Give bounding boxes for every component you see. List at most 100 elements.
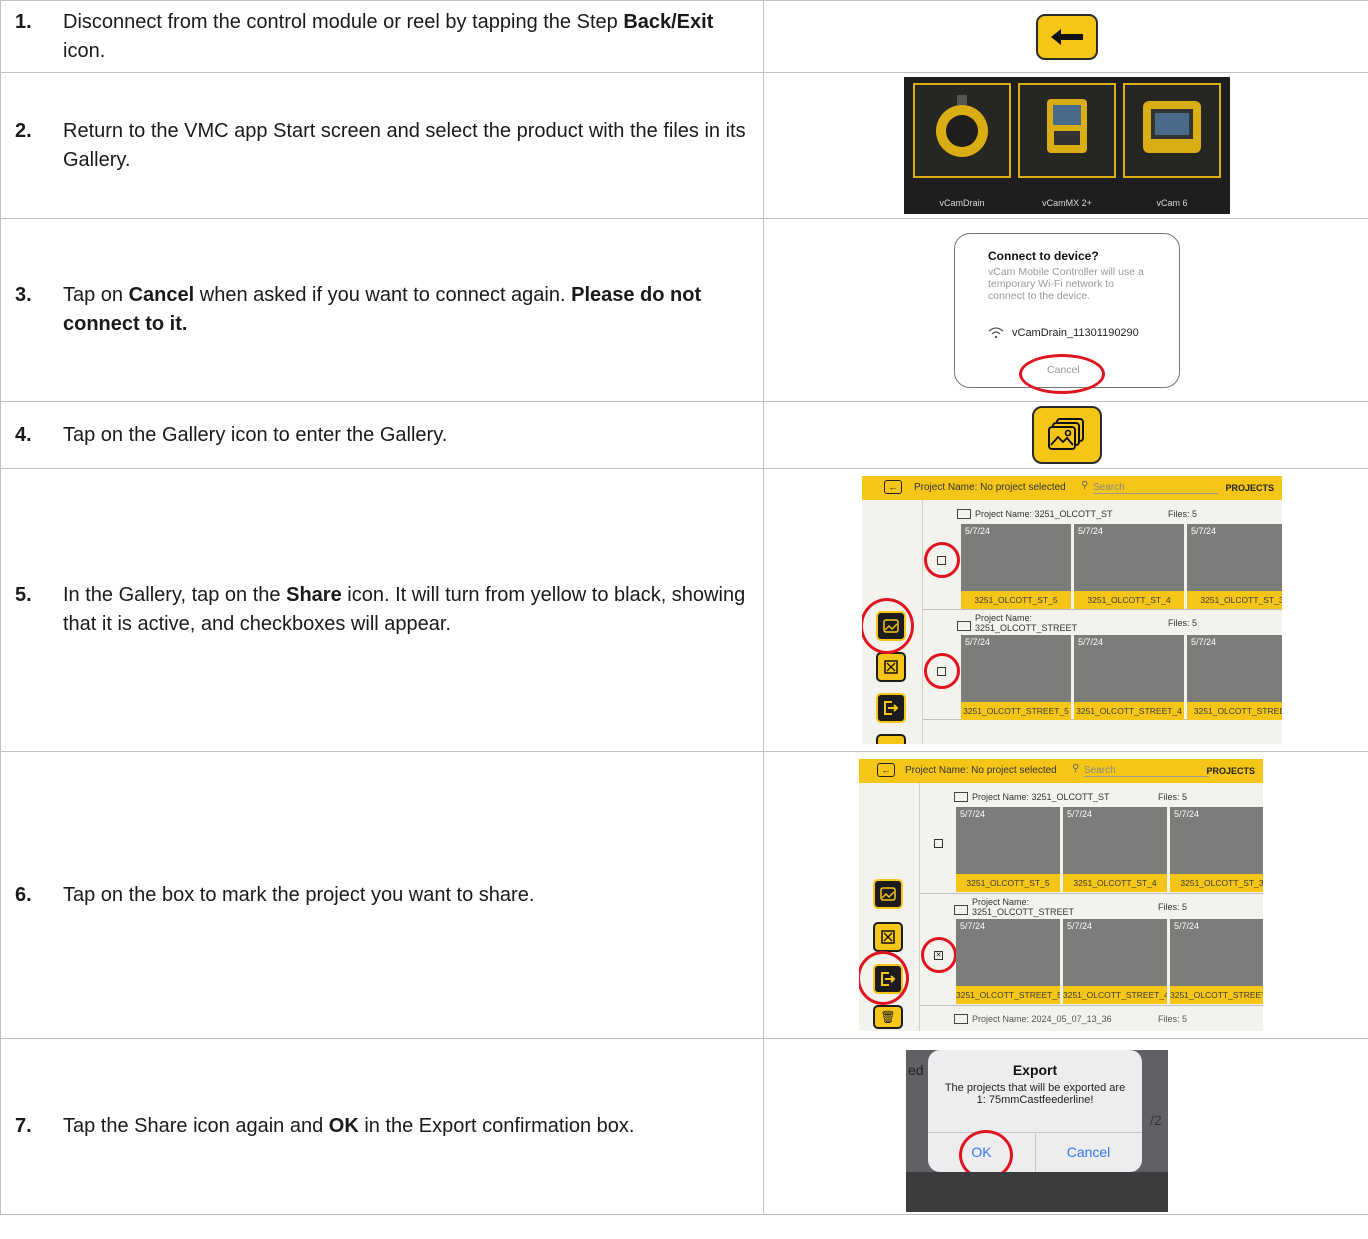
project-checkbox[interactable] — [934, 839, 943, 848]
thumbnail[interactable]: 5/7/24 3251_OLCOTT_ST_4 — [1063, 807, 1167, 892]
dialog-message: The projects that will be exported are 1… — [944, 1081, 1126, 1106]
thumb-caption: 3251_OLCOTT_STREET_4 — [1074, 702, 1184, 720]
export-button[interactable] — [876, 693, 906, 723]
thumb-date: 5/7/24 — [1067, 921, 1093, 931]
thumbnail[interactable]: 5/7/24 3251_OLCOTT_STREET_5 — [961, 635, 1071, 720]
folder-icon — [957, 621, 971, 631]
product-tile-vcammx2[interactable] — [1018, 83, 1116, 178]
step-7-text-cell: 7. Tap the Share icon again and OK in the… — [0, 1038, 764, 1215]
step-text: when asked if you want to connect again. — [194, 284, 572, 306]
delete-button[interactable]: 🗑 — [873, 1005, 903, 1029]
thumb-date: 5/7/24 — [1174, 921, 1200, 931]
folder-icon — [954, 792, 968, 802]
back-exit-button[interactable] — [1036, 13, 1098, 60]
step-2-image-cell: vCamDrain vCamMX 2+ vCam 6 — [763, 72, 1368, 219]
step-5-text-cell: 5. In the Gallery, tap on the Share icon.… — [0, 468, 764, 752]
step-number: 4. — [15, 423, 32, 446]
step-description: Return to the VMC app Start screen and s… — [63, 117, 749, 175]
background-text-fragment: ed — [908, 1061, 924, 1078]
steps-table: 1. Disconnect from the control module or … — [0, 0, 1368, 1215]
thumb-caption: 3251_OLCOTT_ST_5 — [956, 874, 1060, 892]
step-row-5: 5. In the Gallery, tap on the Share icon.… — [0, 468, 1368, 752]
thumb-date: 5/7/24 — [960, 921, 986, 931]
select-button[interactable] — [876, 652, 906, 682]
product-tile-vcamdrain[interactable] — [913, 83, 1011, 178]
highlight-circle — [924, 653, 960, 689]
step-text: Tap on the box to mark the project you w… — [63, 883, 535, 906]
step-row-1: 1. Disconnect from the control module or … — [0, 0, 1368, 73]
highlight-circle — [924, 542, 960, 578]
project-files: Files: 5 — [1158, 1014, 1188, 1024]
search-input[interactable]: Search — [1093, 482, 1218, 494]
background-text-fragment: /2 — [1150, 1111, 1162, 1128]
delete-button[interactable] — [876, 734, 906, 744]
thumb-caption: 3251_OLCOTT_STREET_5 — [961, 702, 1071, 720]
step-row-7: 7. Tap the Share icon again and OK in the… — [0, 1038, 1368, 1215]
thumb-caption: 3251_OLCOTT_ST_5 — [961, 591, 1071, 609]
product-select-screen: vCamDrain vCamMX 2+ vCam 6 — [904, 77, 1230, 214]
back-button[interactable]: ← — [877, 763, 895, 777]
thumb-date: 5/7/24 — [1191, 526, 1217, 536]
dialog-message: vCam Mobile Controller will use a tempor… — [988, 265, 1144, 302]
thumb-date: 5/7/24 — [1067, 809, 1093, 819]
project-files: Files: 5 — [1158, 902, 1188, 912]
projects-tab[interactable]: PROJECTS — [1225, 483, 1274, 493]
product-tile-vcam6[interactable] — [1123, 83, 1221, 178]
thumbnail[interactable]: 5/7/24 3251_OLCOTT_STREET_3 — [1170, 919, 1263, 1004]
thumbnail[interactable]: 5/7/24 3251_OLCOTT_ST_3 — [1187, 524, 1282, 609]
step-4-text-cell: 4. Tap on the Gallery icon to enter the G… — [0, 401, 764, 469]
step-text: In the Gallery, tap on the — [63, 584, 287, 606]
back-button[interactable]: ← — [884, 480, 902, 494]
step-3-image-cell: Connect to device? vCam Mobile Controlle… — [763, 218, 1368, 402]
step-text-bold: Cancel — [128, 284, 195, 306]
connect-dialog: Connect to device? vCam Mobile Controlle… — [954, 232, 1180, 394]
gallery-top-bar: ← Project Name: No project selected ⚲ Se… — [862, 476, 1282, 500]
step-row-2: 2. Return to the VMC app Start screen and… — [0, 72, 1368, 219]
project-block-2: Project Name: 3251_OLCOTT_STREET Files: … — [923, 609, 1282, 720]
thumbnail[interactable]: 5/7/24 3251_OLCOTT_ST_5 — [961, 524, 1071, 609]
gallery-sidebar — [862, 500, 923, 744]
step-text-bold: OK — [328, 1115, 359, 1137]
network-row: vCamDrain_11301190290 — [988, 327, 1139, 339]
thumb-caption: 3251_OLCOTT_ST_4 — [1063, 874, 1167, 892]
thumb-date: 5/7/24 — [1174, 809, 1200, 819]
project-name: Project Name: 3251_OLCOTT_ST — [972, 792, 1110, 802]
cancel-button[interactable]: Cancel — [1035, 1144, 1142, 1160]
step-description: Tap on the Gallery icon to enter the Gal… — [63, 421, 447, 450]
step-2-text-cell: 2. Return to the VMC app Start screen and… — [0, 72, 764, 219]
projects-tab[interactable]: PROJECTS — [1206, 766, 1255, 776]
thumbnail[interactable]: 5/7/24 3251_OLCOTT_STREET_4 — [1063, 919, 1167, 1004]
highlight-circle — [862, 598, 914, 654]
step-6-text-cell: 6. Tap on the box to mark the project you… — [0, 751, 764, 1039]
step-text: Tap on the Gallery icon to enter the Gal… — [63, 423, 448, 446]
project-name: 3251_OLCOTT_STREET — [975, 623, 1078, 633]
project-block-1: Project Name: 3251_OLCOTT_ST Files: 5 5/… — [923, 500, 1282, 610]
thumb-date: 5/7/24 — [965, 637, 991, 647]
thumb-caption: 3251_OLCOTT_ST_3 — [1170, 874, 1263, 892]
project-name-label: Project Name: — [975, 613, 1033, 623]
step-text: Tap on — [63, 284, 129, 306]
arrow-left-icon — [1051, 28, 1083, 45]
step-text: Disconnect from the control module or re… — [63, 10, 624, 33]
gallery-sidebar: 🗑 — [859, 783, 920, 1031]
step-1-image-cell — [763, 0, 1368, 73]
checkbox-cross-icon — [881, 930, 895, 944]
thumbnail[interactable]: 5/7/24 3251_OLCOTT_STREET_5 — [956, 919, 1060, 1004]
step-description: Tap on Cancel when asked if you want to … — [63, 281, 749, 339]
thumbnail[interactable]: 5/7/24 3251_OLCOTT_STREET — [1187, 635, 1282, 720]
select-button[interactable] — [873, 922, 903, 952]
thumbnail[interactable]: 5/7/24 3251_OLCOTT_ST_5 — [956, 807, 1060, 892]
search-input[interactable]: Search — [1084, 765, 1209, 777]
project-block-2: Project Name: 3251_OLCOTT_STREET Files: … — [920, 893, 1263, 1006]
thumbnail[interactable]: 5/7/24 3251_OLCOTT_ST_3 — [1170, 807, 1263, 892]
thumbnail[interactable]: 5/7/24 3251_OLCOTT_STREET_4 — [1074, 635, 1184, 720]
folder-icon — [957, 509, 971, 519]
gallery-screen-project-marked: ← Project Name: No project selected ⚲ Se… — [859, 759, 1263, 1031]
share-button[interactable] — [873, 879, 903, 909]
project-name: Project Name: 2024_05_07_13_36 — [972, 1014, 1112, 1024]
step-row-4: 4. Tap on the Gallery icon to enter the G… — [0, 401, 1368, 469]
gallery-button[interactable] — [1032, 406, 1102, 464]
project-files: Files: 5 — [1168, 618, 1198, 628]
thumbnail[interactable]: 5/7/24 3251_OLCOTT_ST_4 — [1074, 524, 1184, 609]
step-number: 1. — [15, 10, 32, 33]
